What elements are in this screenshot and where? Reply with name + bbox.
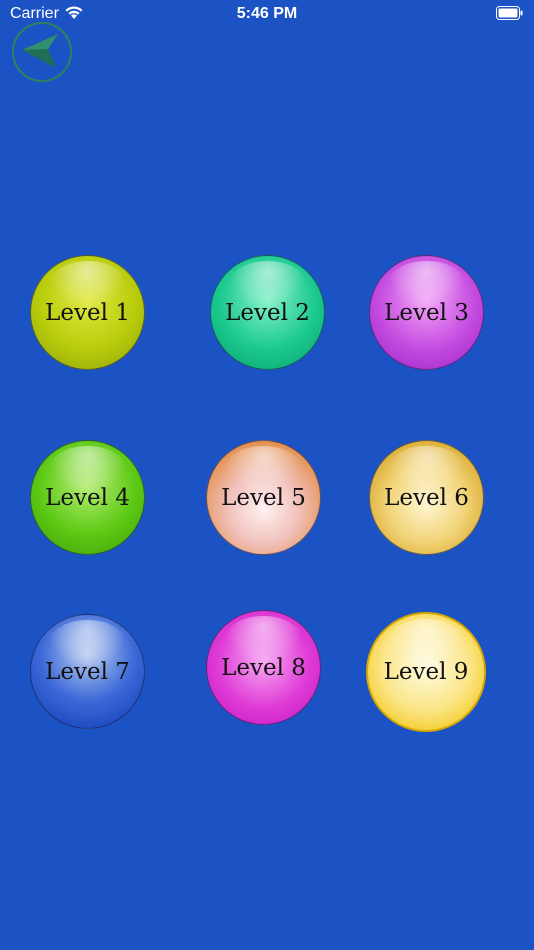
level-3-button[interactable]: Level 3: [369, 255, 484, 370]
level-1-button[interactable]: Level 1: [30, 255, 145, 370]
level-label: Level 5: [221, 484, 306, 511]
level-label: Level 3: [384, 299, 469, 326]
level-label: Level 6: [384, 484, 469, 511]
level-2-button[interactable]: Level 2: [210, 255, 325, 370]
level-6-button[interactable]: Level 6: [369, 440, 484, 555]
level-label: Level 8: [221, 654, 306, 681]
status-bar: Carrier 5:46 PM: [0, 0, 534, 28]
level-7-button[interactable]: Level 7: [30, 614, 145, 729]
level-label: Level 1: [45, 299, 130, 326]
level-8-button[interactable]: Level 8: [206, 610, 321, 725]
arrow-left-icon: [22, 34, 58, 68]
back-button[interactable]: [12, 22, 72, 82]
level-label: Level 7: [45, 658, 130, 685]
level-label: Level 4: [45, 484, 130, 511]
level-9-button[interactable]: Level 9: [366, 612, 486, 732]
clock: 5:46 PM: [236, 5, 298, 22]
level-label: Level 2: [225, 299, 310, 326]
battery-icon: [496, 6, 523, 20]
level-5-button[interactable]: Level 5: [206, 440, 321, 555]
level-label: Level 9: [383, 659, 469, 685]
level-4-button[interactable]: Level 4: [30, 440, 145, 555]
